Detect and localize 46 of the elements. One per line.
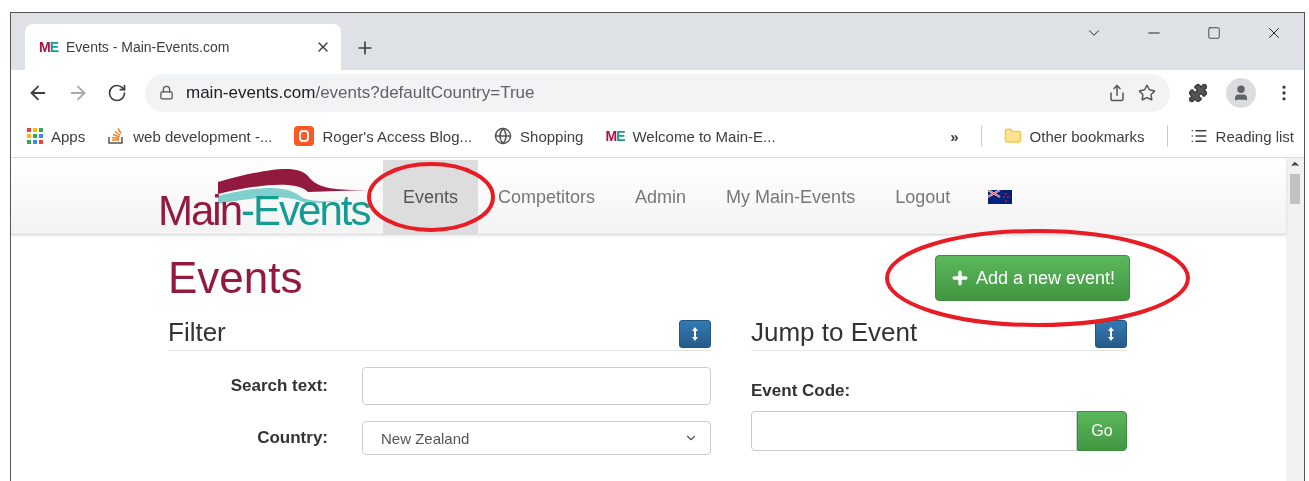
reload-icon[interactable] <box>107 82 127 103</box>
up-down-arrow-icon <box>1107 326 1115 342</box>
share-icon[interactable] <box>1108 83 1126 102</box>
lock-icon <box>159 85 174 100</box>
address-bar[interactable]: main-events.com/events?defaultCountry=True <box>145 73 1170 112</box>
country-select[interactable]: New Zealand <box>362 421 711 455</box>
tab-title: Events - Main-Events.com <box>66 39 231 55</box>
up-down-arrow-icon <box>691 326 699 342</box>
globe-icon <box>494 127 513 145</box>
blog-icon <box>294 126 315 146</box>
section-title: Filter <box>168 317 226 348</box>
bookmark-folder[interactable]: Other bookmarks <box>1003 127 1145 145</box>
field-label: Country: <box>256 428 328 448</box>
nav-link[interactable]: My Main-Events <box>706 160 876 234</box>
search-field[interactable] <box>362 367 711 405</box>
bookmarks-overflow[interactable]: » <box>950 127 959 145</box>
bookmark[interactable]: Shopping <box>494 127 584 145</box>
field-label: Event Code: <box>751 381 852 401</box>
puzzle-icon[interactable] <box>1188 82 1208 103</box>
bookmark[interactable]: Roger's Access Blog... <box>294 126 473 146</box>
list-icon <box>1189 127 1208 145</box>
nav-link[interactable]: Admin <box>615 160 707 234</box>
field-label: Search text: <box>229 376 328 396</box>
apps-grid-icon <box>27 128 43 144</box>
collapse-toggle-button[interactable] <box>679 320 711 348</box>
folder-icon <box>1003 127 1022 145</box>
nav-link[interactable]: Logout <box>875 160 971 234</box>
bookmark[interactable]: Apps <box>27 127 86 145</box>
star-icon[interactable] <box>1138 83 1156 102</box>
site-favicon: ME <box>605 128 625 144</box>
event-code-field[interactable] <box>751 411 1077 451</box>
section-title: Jump to Event <box>751 317 918 348</box>
scrollbar-thumb[interactable] <box>1290 174 1300 204</box>
reading-list[interactable]: Reading list <box>1189 127 1294 145</box>
collapse-toggle-button[interactable] <box>1095 320 1127 348</box>
nav-link[interactable]: Competitors <box>478 160 616 234</box>
page-title: Events <box>168 253 303 303</box>
url-text: main-events.com/events?defaultCountry=True <box>186 82 536 103</box>
site-logo[interactable]: Main-Events <box>158 160 383 234</box>
site-favicon: ME <box>39 39 58 55</box>
bookmark[interactable]: ME Welcome to Main-E... <box>605 127 776 145</box>
profile-avatar[interactable] <box>1226 77 1256 108</box>
stack-icon <box>107 127 126 145</box>
browser-tab[interactable]: ME Events - Main-Events.com <box>25 24 341 70</box>
flag-icon <box>988 190 1013 204</box>
bookmark[interactable]: web development -... <box>107 127 273 145</box>
